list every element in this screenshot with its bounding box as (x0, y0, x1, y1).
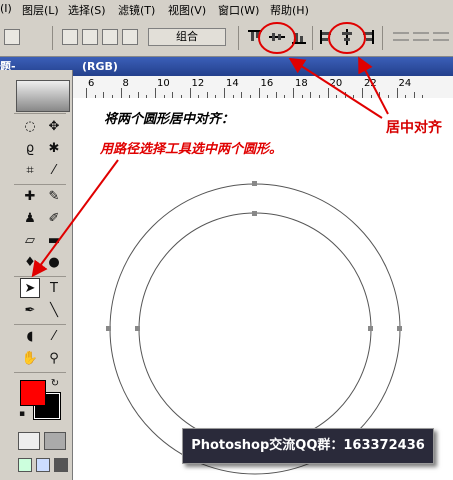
move-tool-icon[interactable]: ✥ (44, 116, 64, 136)
ruler-label: 8 (122, 78, 129, 89)
menu-window[interactable]: 窗口(W) (218, 2, 259, 18)
ruler-tick (258, 88, 260, 98)
separator (52, 26, 53, 50)
document-color-mode: (RGB) (82, 60, 118, 73)
magic-wand-tool-icon[interactable]: ✱ (44, 138, 64, 158)
align-bottom-icon[interactable] (290, 28, 308, 46)
ruler-label: 20 (329, 78, 343, 89)
divider (14, 276, 66, 277)
ruler-label: 18 (295, 78, 308, 89)
anchor-point[interactable] (252, 211, 257, 216)
combine-button[interactable]: 组合 (148, 28, 226, 46)
menu-view[interactable]: 视图(V) (168, 2, 206, 18)
screen-mode-full-menu-icon[interactable] (36, 458, 50, 472)
inner-circle-path[interactable] (138, 212, 372, 446)
anchor-point[interactable] (252, 181, 257, 186)
divider (14, 113, 66, 114)
brush-tool-icon[interactable]: ✎ (44, 186, 64, 206)
ruler-tick (86, 88, 87, 98)
ruler-label: 16 (260, 78, 274, 89)
ruler-label: 12 (191, 78, 205, 89)
standard-mode-icon[interactable] (18, 432, 40, 450)
ruler-label: 24 (398, 78, 412, 89)
separator (238, 26, 239, 50)
options-bar: 组合 (0, 20, 453, 57)
default-colors-icon[interactable]: ▪ (16, 408, 28, 420)
ruler-tick (120, 88, 122, 98)
intersect-shape-icon[interactable] (102, 29, 118, 45)
ruler-label: 10 (157, 78, 170, 89)
subtract-shape-icon[interactable] (82, 29, 98, 45)
ruler-tick (362, 88, 363, 98)
separator (382, 26, 383, 50)
qq-group-banner: Photoshop交流QQ群：163372436 (182, 428, 434, 464)
option-partial-button[interactable] (4, 29, 20, 45)
line-tool-icon[interactable]: ╲ (44, 300, 64, 320)
anchor-point[interactable] (397, 326, 402, 331)
exclude-shape-icon[interactable] (122, 29, 138, 45)
hand-tool-icon[interactable]: ✋ (20, 348, 40, 368)
zoom-tool-icon[interactable]: ⚲ (44, 348, 64, 368)
menu-help[interactable]: 帮助(H) (270, 2, 309, 18)
healing-brush-tool-icon[interactable]: ✚ (20, 186, 40, 206)
horizontal-ruler: 6 8 10 12 14 16 18 20 22 24 (72, 76, 453, 99)
quick-mask-mode-icon[interactable] (44, 432, 66, 450)
notes-tool-icon[interactable]: ◖ (20, 326, 40, 346)
gradient-tool-icon[interactable]: ▬ (44, 230, 64, 250)
anchor-point[interactable] (135, 326, 140, 331)
instruction-step-1: 将两个圆形居中对齐： (104, 112, 235, 127)
pen-tool-icon[interactable]: ✒ (20, 300, 40, 320)
align-right-icon[interactable] (358, 28, 376, 46)
lasso-tool-icon[interactable]: ϱ (20, 138, 40, 158)
ruler-label: 14 (226, 78, 239, 89)
ruler-tick (189, 88, 191, 98)
separator (312, 26, 313, 50)
align-horizontal-center-icon[interactable] (338, 28, 356, 46)
menu-image[interactable]: (I) (0, 2, 12, 15)
menu-layer[interactable]: 图层(L) (22, 2, 59, 18)
ruler-tick (396, 88, 398, 98)
eyedropper-tool-icon[interactable]: ⁄ (44, 326, 64, 346)
history-brush-tool-icon[interactable]: ✐ (44, 208, 64, 228)
foreground-color-swatch[interactable] (20, 380, 46, 406)
blur-tool-icon[interactable]: ♦ (20, 252, 40, 272)
distribute-center-icon[interactable] (412, 28, 430, 46)
add-shape-icon[interactable] (62, 29, 78, 45)
ruler-tick (224, 88, 225, 98)
menu-bar: (I) 图层(L) 选择(S) 滤镜(T) 视图(V) 窗口(W) 帮助(H) (0, 0, 453, 21)
type-tool-icon[interactable]: T (44, 278, 64, 298)
anchor-point[interactable] (106, 326, 111, 331)
ruler-tick (293, 88, 294, 98)
ruler-tick (155, 88, 156, 98)
path-selection-tool-icon[interactable]: ➤ (20, 278, 40, 298)
toolbox: ◌ ✥ ϱ ✱ ⌗ ⁄ ✚ ✎ ♟ ✐ ▱ ▬ ♦ ● ➤ T ✒ ╲ ◖ ⁄ … (0, 70, 73, 480)
instruction-step-2: 用路径选择工具选中两个圆形。 (100, 142, 283, 157)
distribute-bottom-icon[interactable] (432, 28, 450, 46)
clone-stamp-tool-icon[interactable]: ♟ (20, 208, 40, 228)
screen-mode-full-icon[interactable] (54, 458, 68, 472)
center-align-annotation: 居中对齐 (386, 120, 442, 136)
menu-select[interactable]: 选择(S) (68, 2, 106, 18)
align-vertical-center-icon[interactable] (268, 28, 286, 46)
photoshop-logo (16, 80, 70, 112)
ruler-label: 22 (364, 78, 377, 89)
distribute-top-icon[interactable] (392, 28, 410, 46)
align-left-icon[interactable] (318, 28, 336, 46)
marquee-tool-icon[interactable]: ◌ (20, 116, 40, 136)
swap-colors-icon[interactable]: ↻ (48, 376, 62, 390)
divider (14, 184, 66, 185)
align-top-icon[interactable] (246, 28, 264, 46)
screen-mode-standard-icon[interactable] (18, 458, 32, 472)
ruler-label: 6 (88, 78, 95, 89)
divider (14, 324, 66, 325)
ruler-tick (327, 88, 329, 98)
slice-tool-icon[interactable]: ⁄ (44, 160, 64, 180)
eraser-tool-icon[interactable]: ▱ (20, 230, 40, 250)
menu-filter[interactable]: 滤镜(T) (118, 2, 155, 18)
dodge-tool-icon[interactable]: ● (44, 252, 64, 272)
crop-tool-icon[interactable]: ⌗ (20, 160, 40, 180)
divider (14, 372, 66, 373)
anchor-point[interactable] (368, 326, 373, 331)
